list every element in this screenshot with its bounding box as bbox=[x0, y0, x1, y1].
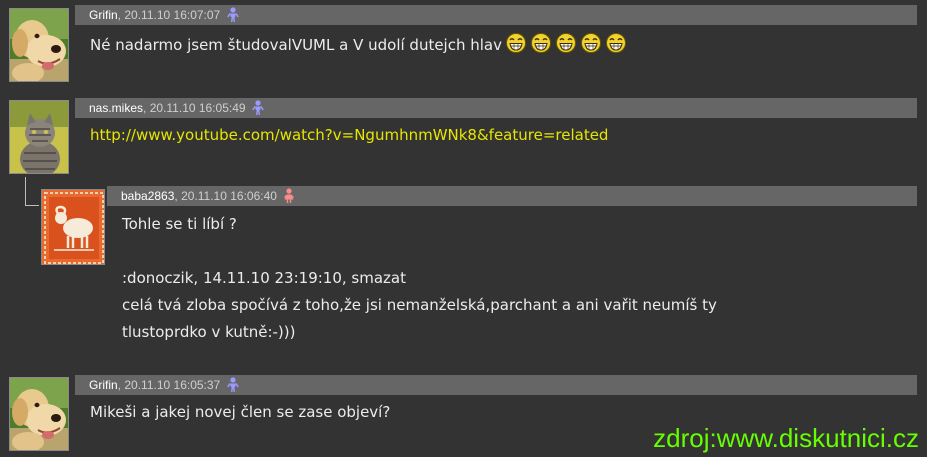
post-text: http://www.youtube.com/watch?v=NgumhnmWN… bbox=[90, 122, 608, 148]
female-user-icon bbox=[284, 188, 295, 203]
smiley-group bbox=[505, 32, 631, 61]
male-user-icon bbox=[226, 7, 239, 22]
laugh-smiley-icon bbox=[530, 32, 552, 61]
video-link[interactable]: http://www.youtube.com/watch?v=NgumhnmWN… bbox=[90, 126, 608, 144]
post-text: Né nadarmo jsem študovalVUML a V udolí d… bbox=[90, 32, 631, 61]
avatar-baba2863[interactable] bbox=[41, 189, 105, 265]
separator: , bbox=[117, 378, 122, 392]
post-text: Mikeši a jakej novej člen se zase objeví… bbox=[90, 399, 390, 425]
post-date: 20.11.10 16:05:49 bbox=[149, 101, 246, 115]
post-header: Grifin, 20.11.10 16:07:07 bbox=[75, 5, 917, 25]
post-date: 20.11.10 16:06:40 bbox=[181, 189, 277, 203]
message-text: Mikeši a jakej novej člen se zase objeví… bbox=[90, 403, 391, 421]
post-date: 20.11.10 16:07:07 bbox=[124, 8, 221, 22]
dog-avatar-icon bbox=[10, 9, 68, 81]
laugh-smiley-icon bbox=[555, 32, 577, 61]
thread-connector bbox=[25, 205, 39, 206]
avatar-nas-mikes[interactable] bbox=[9, 100, 69, 174]
separator: , bbox=[174, 189, 178, 203]
avatar-grifin[interactable] bbox=[9, 8, 69, 82]
author-name[interactable]: baba2863 bbox=[121, 189, 174, 203]
avatar-grifin[interactable] bbox=[9, 377, 69, 451]
message-text: Né nadarmo jsem študovalVUML a V udolí d… bbox=[90, 36, 502, 54]
laugh-smiley-icon bbox=[505, 32, 527, 61]
quoted-line: tlustoprdko v kutně:-))) bbox=[122, 323, 296, 341]
thread-connector bbox=[25, 177, 26, 205]
post-header: Grifin, 20.11.10 16:05:37 bbox=[75, 375, 917, 395]
author-name[interactable]: nas.mikes bbox=[89, 101, 143, 115]
source-watermark: zdroj:www.diskutnici.cz bbox=[653, 423, 919, 453]
male-user-icon bbox=[226, 377, 239, 392]
post-date: 20.11.10 16:05:37 bbox=[124, 378, 221, 392]
ram-avatar-icon bbox=[42, 190, 104, 264]
author-name[interactable]: Grifin bbox=[89, 8, 118, 22]
male-user-icon bbox=[251, 100, 264, 115]
message-line: Tohle se ti líbí ? bbox=[122, 215, 237, 233]
separator: , bbox=[117, 8, 122, 22]
quoted-line: :donoczik, 14.11.10 23:19:10, smazat bbox=[122, 269, 406, 287]
author-name[interactable]: Grifin bbox=[89, 378, 118, 392]
message-line bbox=[122, 238, 717, 265]
post-text: Tohle se ti líbí ? :donoczik, 14.11.10 2… bbox=[122, 211, 717, 346]
laugh-smiley-icon bbox=[605, 32, 627, 61]
post-header: nas.mikes, 20.11.10 16:05:49 bbox=[75, 98, 917, 118]
separator: , bbox=[143, 101, 147, 115]
post-header: baba2863, 20.11.10 16:06:40 bbox=[107, 186, 917, 206]
cat-avatar-icon bbox=[10, 101, 68, 173]
laugh-smiley-icon bbox=[580, 32, 602, 61]
quoted-line: celá tvá zloba spočívá z toho,že jsi nem… bbox=[122, 296, 717, 314]
dog-avatar-icon bbox=[10, 378, 68, 450]
